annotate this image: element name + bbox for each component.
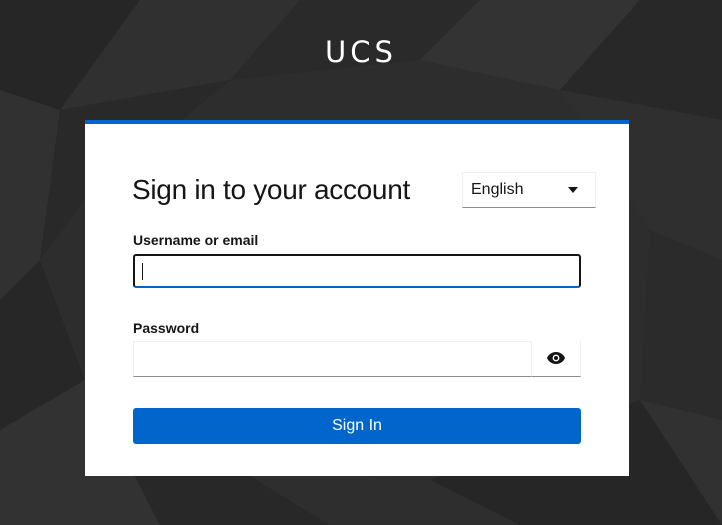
show-password-button[interactable]	[531, 341, 580, 377]
text-cursor	[142, 263, 143, 280]
language-select-value: English	[471, 181, 524, 198]
password-field	[133, 341, 581, 377]
language-select[interactable]: English	[462, 172, 596, 208]
username-label: Username or email	[133, 232, 259, 248]
sign-in-button[interactable]: Sign In	[133, 408, 581, 444]
brand-logo: UCS	[325, 35, 397, 69]
password-input[interactable]	[134, 342, 532, 376]
password-label: Password	[133, 320, 200, 336]
eye-icon	[547, 352, 565, 364]
username-input[interactable]	[133, 254, 581, 288]
caret-down-icon	[568, 187, 578, 193]
login-card: Sign in to your account English Username…	[85, 120, 629, 476]
page-title: Sign in to your account	[132, 174, 410, 205]
